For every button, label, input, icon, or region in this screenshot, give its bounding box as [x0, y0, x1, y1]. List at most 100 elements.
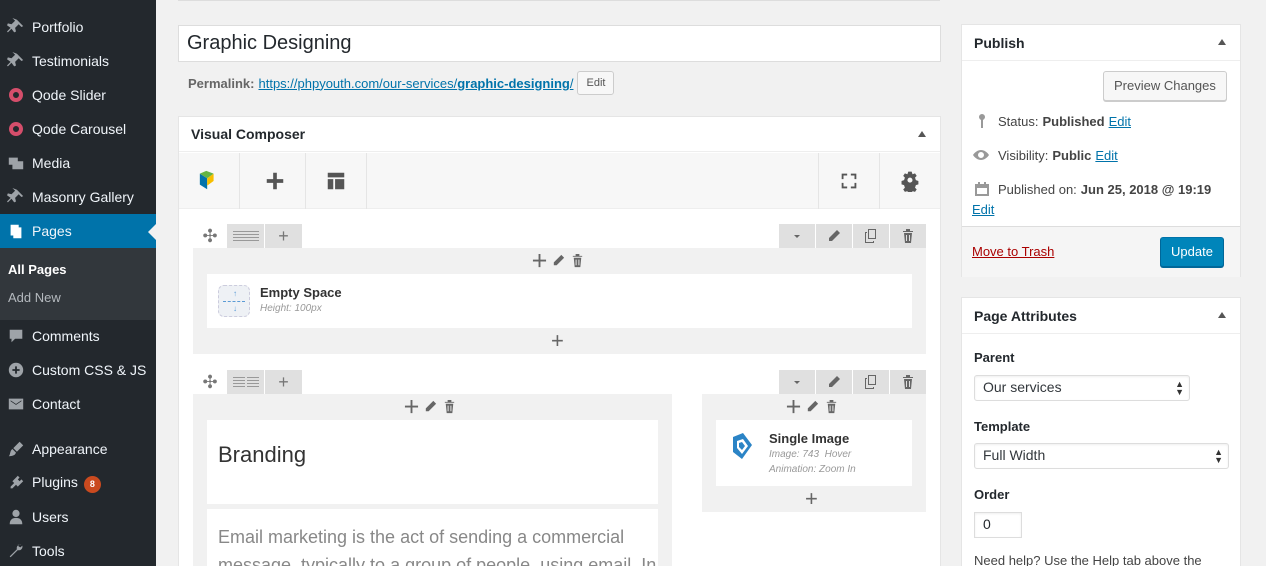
- permalink-link[interactable]: https://phpyouth.com/our-services/graphi…: [258, 76, 573, 91]
- plus-icon[interactable]: [786, 399, 801, 414]
- status-edit-link[interactable]: Edit: [1109, 114, 1131, 129]
- chevron-down-icon: [794, 381, 800, 384]
- layout-icon: [327, 172, 345, 190]
- select-arrows-icon: ▲ ▼: [1214, 447, 1223, 465]
- qode-circle-icon: [0, 122, 32, 136]
- pencil-icon[interactable]: [423, 399, 438, 414]
- row-layout-button[interactable]: [227, 224, 264, 248]
- templates-button[interactable]: [306, 153, 367, 209]
- pencil-icon[interactable]: [551, 253, 566, 268]
- trash-icon: [903, 375, 913, 389]
- menu-item-pages[interactable]: Pages: [0, 214, 156, 248]
- plus-icon[interactable]: [404, 399, 419, 414]
- branding-heading: Branding: [218, 442, 307, 467]
- heading-element[interactable]: Branding: [207, 420, 658, 504]
- page-attributes-title: Page Attributes: [974, 307, 1077, 324]
- row2-right-column-controls: [786, 399, 839, 414]
- post-title-input[interactable]: Graphic Designing: [178, 25, 941, 62]
- row2-add-element-icon[interactable]: +: [805, 486, 818, 512]
- text-block-element[interactable]: Email marketing is the act of sending a …: [207, 509, 658, 566]
- menu-item-tools[interactable]: Tools: [0, 534, 156, 566]
- vc-logo[interactable]: [179, 153, 240, 209]
- row-add-column-button[interactable]: +: [265, 224, 302, 248]
- menu-item-testimonials[interactable]: Testimonials: [0, 44, 156, 78]
- row-add-column-button[interactable]: +: [265, 370, 302, 394]
- template-select[interactable]: Full Width ▲ ▼: [974, 443, 1229, 469]
- row1-add-element-icon[interactable]: +: [551, 328, 564, 354]
- status-row: Status: Published Edit: [974, 113, 1131, 129]
- menu-item-portfolio[interactable]: Portfolio: [0, 10, 156, 44]
- collapse-arrow-icon[interactable]: [1218, 312, 1226, 318]
- vc-header[interactable]: Visual Composer: [179, 117, 940, 152]
- row-layout-button[interactable]: [227, 370, 264, 394]
- pencil-icon: [829, 376, 840, 387]
- menu-item-masonry-gallery[interactable]: Masonry Gallery: [0, 180, 156, 214]
- menu-item-custom-css-js[interactable]: Custom CSS & JS: [0, 353, 156, 387]
- plus-icon[interactable]: [532, 253, 547, 268]
- trash-icon[interactable]: [824, 399, 839, 414]
- row-delete-button[interactable]: [890, 224, 926, 248]
- empty-space-element[interactable]: ↑ ↓ Empty Space Height: 100px: [207, 274, 912, 328]
- element-title: Single Image: [769, 431, 850, 446]
- publish-actions: Move to Trash Update: [962, 226, 1240, 277]
- parent-select[interactable]: Our services ▲ ▼: [974, 375, 1190, 401]
- wrench-icon: [0, 542, 32, 560]
- row-edit-button[interactable]: [816, 224, 852, 248]
- columns-icon: [232, 377, 259, 387]
- page-attributes-header[interactable]: Page Attributes: [962, 298, 1240, 334]
- visibility-edit-link[interactable]: Edit: [1095, 148, 1117, 163]
- update-button[interactable]: Update: [1160, 237, 1224, 267]
- collapse-arrow-icon[interactable]: [918, 131, 926, 137]
- vc-logo-icon: [199, 170, 214, 190]
- permalink-label: Permalink:: [188, 75, 255, 91]
- row-toggle-button[interactable]: [779, 224, 815, 248]
- submenu-all-pages[interactable]: All Pages: [8, 262, 67, 277]
- element-subtitle-1: Image: 743 Hover: [769, 449, 852, 460]
- row-edit-button[interactable]: [816, 370, 852, 394]
- published-row: Published on: Jun 25, 2018 @ 19:19: [974, 181, 1215, 197]
- permalink-edit-button[interactable]: Edit: [577, 71, 615, 95]
- trash-icon: [903, 229, 913, 243]
- row-drag-icon[interactable]: ✣: [193, 370, 227, 394]
- plugin-icon: [0, 474, 32, 492]
- fullscreen-icon: [841, 173, 857, 189]
- collapse-arrow-icon[interactable]: [1218, 39, 1226, 45]
- row-clone-button[interactable]: [853, 224, 889, 248]
- move-to-trash-link[interactable]: Move to Trash: [972, 244, 1054, 259]
- published-edit-link[interactable]: Edit: [972, 202, 994, 217]
- media-icon: [0, 154, 32, 172]
- preview-changes-button[interactable]: Preview Changes: [1103, 71, 1227, 101]
- order-input[interactable]: 0: [974, 512, 1022, 538]
- trash-icon[interactable]: [442, 399, 457, 414]
- pencil-icon[interactable]: [805, 399, 820, 414]
- fullscreen-button[interactable]: [818, 153, 879, 209]
- vc-toolbar: [179, 153, 940, 209]
- text-block-content: Email marketing is the act of sending a …: [218, 527, 657, 566]
- menu-item-comments[interactable]: Comments: [0, 319, 156, 353]
- row1-controls-right: [778, 224, 926, 248]
- gear-icon: [901, 171, 919, 192]
- trash-icon[interactable]: [570, 253, 585, 268]
- menu-item-qode-carousel[interactable]: Qode Carousel: [0, 112, 156, 146]
- publish-header[interactable]: Publish: [962, 25, 1240, 61]
- row-toggle-button[interactable]: [779, 370, 815, 394]
- columns-icon: [232, 231, 259, 241]
- submenu-add-new[interactable]: Add New: [8, 290, 61, 305]
- single-image-element[interactable]: Single Image Image: 743 Hover Animation:…: [716, 420, 912, 486]
- active-arrow-icon: [148, 224, 156, 240]
- menu-item-contact[interactable]: Contact: [0, 387, 156, 421]
- menu-item-qode-slider[interactable]: Qode Slider: [0, 78, 156, 112]
- row-delete-button[interactable]: [890, 370, 926, 394]
- menu-item-appearance[interactable]: Appearance: [0, 432, 156, 466]
- menu-item-users[interactable]: Users: [0, 500, 156, 534]
- pin-icon: [0, 52, 32, 70]
- menu-item-plugins[interactable]: Plugins 8: [0, 466, 156, 500]
- add-element-button[interactable]: [245, 153, 306, 209]
- row-drag-icon[interactable]: ✣: [193, 224, 227, 248]
- menu-item-media[interactable]: Media: [0, 146, 156, 180]
- brush-icon: [0, 440, 32, 458]
- publish-box: Publish Preview Changes Status: Published…: [961, 24, 1241, 277]
- settings-button[interactable]: [879, 153, 940, 209]
- row2-left-column-controls: [404, 399, 457, 414]
- row-clone-button[interactable]: [853, 370, 889, 394]
